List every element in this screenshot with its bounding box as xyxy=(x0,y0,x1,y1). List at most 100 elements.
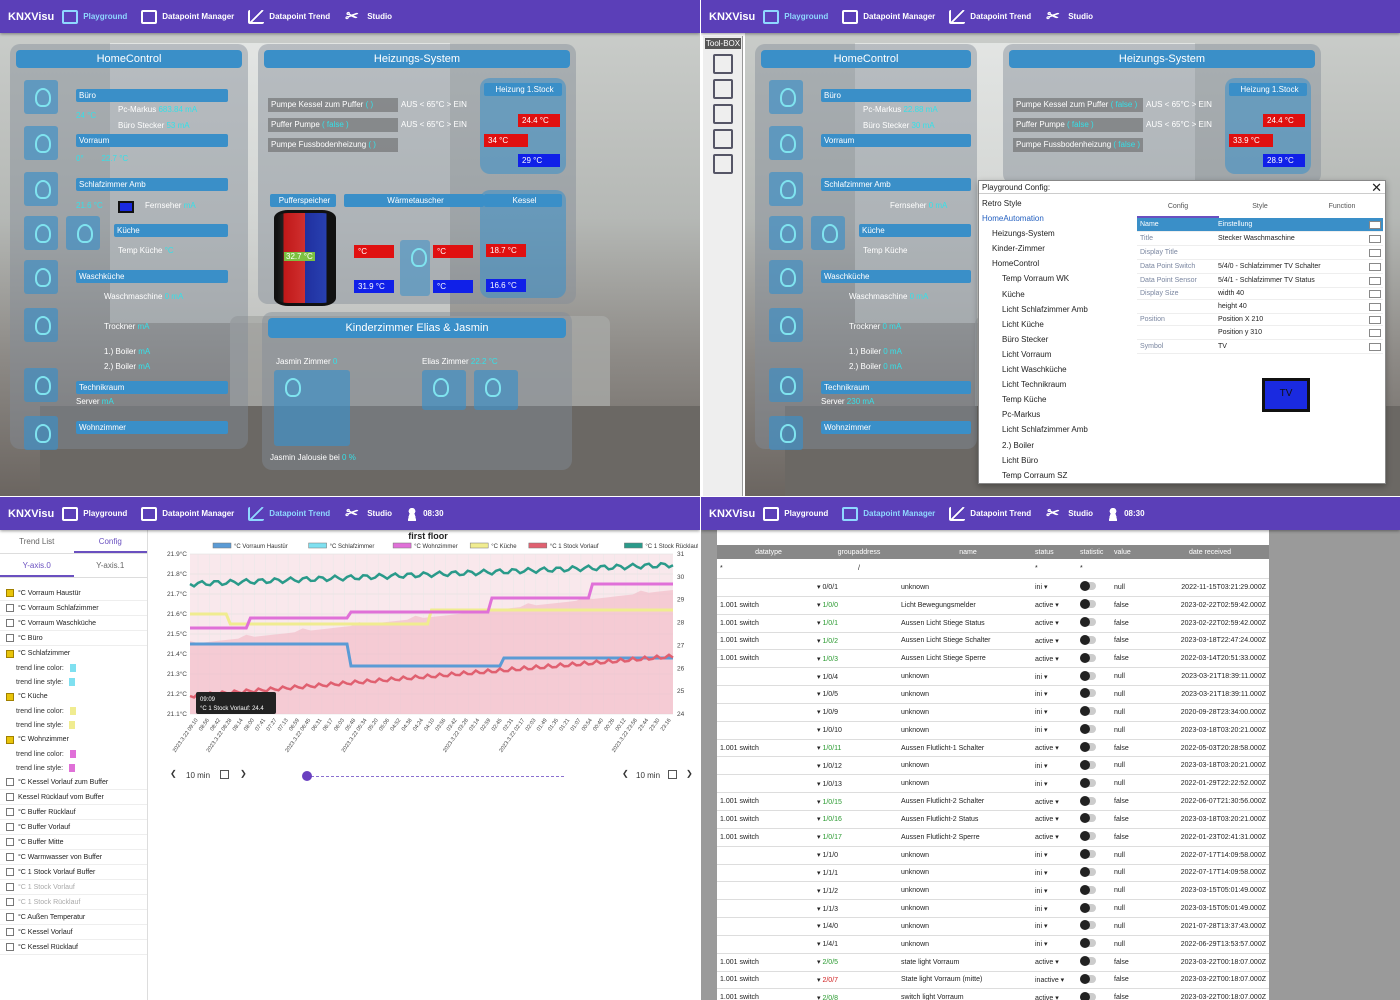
trend-item[interactable]: °C Buffer Vorlauf xyxy=(0,820,147,835)
table-row[interactable]: ▾ 1/0/12 unknown ini ▾ null 2023-03-18T03:20… xyxy=(717,757,1269,776)
tree-item[interactable]: Pc-Markus xyxy=(982,407,1132,422)
legend-swatch[interactable] xyxy=(212,542,232,549)
table-row[interactable]: ▾ 1/4/1 unknown ini ▾ null 2022-06-29T13:53:… xyxy=(717,936,1269,954)
trend-checkbox[interactable] xyxy=(6,853,14,861)
dropdown-icon[interactable]: ▾ xyxy=(1042,763,1048,770)
pumpe-fussboden[interactable]: Pumpe Fussbodenheizung ( false ) xyxy=(1013,138,1143,152)
text-tool-icon[interactable] xyxy=(713,79,733,99)
left-checkbox[interactable] xyxy=(220,770,229,779)
col-status[interactable]: status xyxy=(1035,549,1080,556)
tab-style[interactable]: Style xyxy=(1219,196,1301,218)
dropdown-icon[interactable]: ▾ xyxy=(1053,799,1059,806)
folder-item[interactable]: Heizungs-System xyxy=(982,226,1132,241)
trend-item[interactable]: °C Buffer Mitte xyxy=(0,835,147,850)
trend-item[interactable]: °C Vorraum Waschküche xyxy=(0,616,147,631)
legend-swatch[interactable] xyxy=(392,542,412,549)
trend-item[interactable]: °C 1 Stock Vorlauf xyxy=(0,880,147,895)
trend-checkbox[interactable] xyxy=(6,808,14,816)
bulb-icon[interactable] xyxy=(24,216,58,250)
dropdown-icon[interactable]: ▾ xyxy=(1042,906,1048,913)
trend-checkbox[interactable] xyxy=(6,589,14,597)
light-tool-icon[interactable] xyxy=(713,104,733,124)
nav-datapoint-trend[interactable]: Datapoint Trend xyxy=(248,9,330,24)
folder-item[interactable]: Kinder-Zimmer xyxy=(982,241,1132,256)
trend-item[interactable]: °C Küche xyxy=(0,689,147,704)
statistic-toggle[interactable] xyxy=(1080,920,1096,931)
bulb-icon[interactable] xyxy=(24,260,58,294)
legend-label[interactable]: °C Wohnzimmer xyxy=(414,544,458,550)
bulb-icon[interactable] xyxy=(769,126,803,160)
config-checkbox[interactable] xyxy=(1369,248,1381,257)
trend-checkbox[interactable] xyxy=(6,838,14,846)
trend-item[interactable]: °C Kessel Vorlauf xyxy=(0,925,147,940)
pumpe-kessel[interactable]: Pumpe Kessel zum Puffer ( ) xyxy=(268,98,398,112)
thermometer-tool-icon[interactable] xyxy=(713,154,733,174)
legend-label[interactable]: °C Vorraum Haustür xyxy=(234,544,288,550)
config-checkbox[interactable] xyxy=(1369,315,1381,324)
color-swatch[interactable] xyxy=(69,707,76,715)
tree-item[interactable]: 2.) Boiler xyxy=(982,438,1132,453)
bulb-icon[interactable] xyxy=(24,126,58,160)
trend-item[interactable]: Kessel Rücklauf vom Buffer xyxy=(0,790,147,805)
dropdown-icon[interactable]: ▾ xyxy=(1053,602,1059,609)
legend-swatch[interactable] xyxy=(624,542,643,549)
gauge-tool-icon[interactable] xyxy=(713,129,733,149)
tab-config[interactable]: Config xyxy=(1137,196,1219,218)
statistic-toggle[interactable] xyxy=(1080,688,1096,699)
table-row[interactable]: 1.001 switch ▾ 2/0/5 state light Vorraum ac… xyxy=(717,954,1269,972)
statistic-toggle[interactable] xyxy=(1080,813,1096,824)
next-icon[interactable]: ❯ xyxy=(686,769,693,778)
trend-item[interactable]: °C 1 Stock Rücklauf xyxy=(0,895,147,910)
bulb-icon[interactable] xyxy=(24,416,58,450)
dropdown-icon[interactable]: ▾ xyxy=(1053,620,1059,627)
tree-item[interactable]: Licht Küche xyxy=(982,317,1132,332)
folder-item[interactable]: Retro Style xyxy=(982,196,1132,211)
legend-swatch[interactable] xyxy=(469,542,489,549)
tree-item[interactable]: Licht Schlafzimmer Amb xyxy=(982,422,1132,437)
config-checkbox[interactable] xyxy=(1369,328,1381,337)
dropdown-icon[interactable]: ▾ xyxy=(1053,745,1059,752)
trend-item[interactable]: °C Kessel Rücklauf xyxy=(0,940,147,955)
table-row[interactable]: 1.001 switch ▾ 1/0/11 Aussen Flutlicht-1 S… xyxy=(717,740,1269,758)
dropdown-icon[interactable]: ▾ xyxy=(1053,834,1059,841)
nav-datapoint-trend[interactable]: Datapoint Trend xyxy=(949,506,1031,521)
dropdown-icon[interactable]: ▾ xyxy=(1053,816,1059,823)
table-row[interactable]: ▾ 0/0/1 unknown ini ▾ null 2022-11-15T03:21:… xyxy=(717,579,1269,597)
col-statistic[interactable]: statistic xyxy=(1080,549,1114,556)
config-checkbox[interactable] xyxy=(1369,302,1381,311)
statistic-toggle[interactable] xyxy=(1080,795,1096,806)
color-swatch[interactable] xyxy=(69,664,76,672)
dropdown-icon[interactable]: ▾ xyxy=(1042,852,1048,859)
nav-user[interactable]: 08:30 xyxy=(1107,506,1145,521)
statistic-toggle[interactable] xyxy=(1080,973,1096,984)
statistic-toggle[interactable] xyxy=(1080,599,1096,610)
statistic-toggle[interactable] xyxy=(1080,724,1096,735)
grid-tool-icon[interactable] xyxy=(713,54,733,74)
col-datatype[interactable]: datatype xyxy=(717,549,817,556)
dropdown-icon[interactable]: ▾ xyxy=(1042,727,1048,734)
statistic-toggle[interactable] xyxy=(1080,652,1096,663)
trend-item[interactable]: °C Schlafzimmer xyxy=(0,646,147,661)
table-row[interactable]: ▾ 1/0/13 unknown ini ▾ null 2022-01-29T22:22… xyxy=(717,775,1269,794)
nav-datapoint-manager[interactable]: Datapoint Manager xyxy=(842,506,935,521)
tree-item[interactable]: Küche xyxy=(982,287,1132,302)
nav-studio[interactable]: ✂ Studio xyxy=(1045,506,1093,521)
bulb-icon[interactable] xyxy=(769,416,803,450)
table-row[interactable]: 1.001 switch ▾ 1/0/17 Aussen Flutlicht-2 S… xyxy=(717,829,1269,847)
statistic-toggle[interactable] xyxy=(1080,777,1096,788)
tree-item[interactable]: Licht Vorraum xyxy=(982,347,1132,362)
nav-playground[interactable]: Playground xyxy=(62,506,127,521)
pumpe-fussboden[interactable]: Pumpe Fussbodenheizung ( ) xyxy=(268,138,398,152)
statistic-toggle[interactable] xyxy=(1080,831,1096,842)
statistic-toggle[interactable] xyxy=(1080,866,1096,877)
config-checkbox[interactable] xyxy=(1369,276,1381,285)
table-row[interactable]: ▾ 1/1/0 unknown ini ▾ null 2022-07-17T14:09:… xyxy=(717,847,1269,865)
statistic-toggle[interactable] xyxy=(1080,617,1096,628)
legend-label[interactable]: °C 1 Stock Rücklauf xyxy=(645,544,699,550)
nav-playground[interactable]: Playground xyxy=(62,9,127,24)
dropdown-icon[interactable]: ▾ xyxy=(1042,674,1048,681)
nav-user[interactable]: 08:30 xyxy=(406,506,444,521)
bulb-icon[interactable] xyxy=(66,216,100,250)
trend-checkbox[interactable] xyxy=(6,793,14,801)
pumpe-kessel[interactable]: Pumpe Kessel zum Puffer ( false ) xyxy=(1013,98,1143,112)
